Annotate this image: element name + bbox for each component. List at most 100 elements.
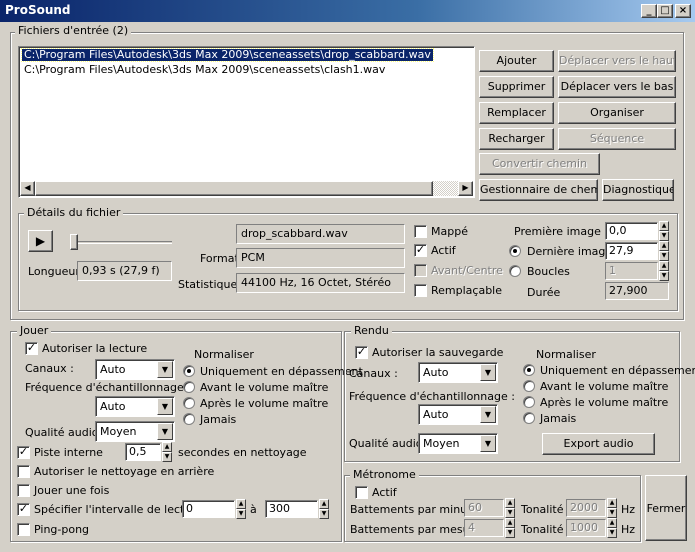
- replaceable-checkbox[interactable]: [414, 284, 427, 297]
- tone1-spinner[interactable]: ▲ ▼: [607, 498, 617, 518]
- render-quality-select[interactable]: Moyen ▼: [418, 433, 498, 454]
- bpmeasure-input[interactable]: 4: [464, 519, 504, 537]
- play-normalize-option-3: Jamais: [200, 413, 237, 426]
- play-legend: Jouer: [17, 324, 52, 337]
- last-image-radio[interactable]: [509, 245, 521, 257]
- internal-track-spinner[interactable]: ▲ ▼: [162, 442, 172, 462]
- play-normalize-radio-3[interactable]: [183, 413, 195, 425]
- last-image-spinner[interactable]: ▲ ▼: [659, 241, 669, 261]
- bpm-spinner[interactable]: ▲ ▼: [505, 498, 515, 518]
- list-item[interactable]: C:\Program Files\Autodesk\3ds Max 2009\s…: [22, 64, 387, 76]
- cleanup-suffix-label: secondes en nettoyage: [178, 446, 307, 459]
- render-sample-rate-value: Auto: [423, 408, 449, 421]
- play-quality-select[interactable]: Moyen ▼: [95, 421, 175, 442]
- play-normalize-radio-1[interactable]: [183, 381, 195, 393]
- position-slider-thumb[interactable]: [70, 234, 78, 250]
- loops-spinner[interactable]: ▲ ▼: [659, 261, 669, 281]
- play-normalize-label: Normaliser: [194, 348, 254, 361]
- title-bar: ProSound: [0, 0, 695, 22]
- horizontal-scrollbar[interactable]: ◀ ▶: [20, 181, 473, 196]
- metronome-legend: Métronome: [350, 468, 419, 481]
- render-normalize-radio-3[interactable]: [523, 412, 535, 424]
- last-image-input[interactable]: 27,9: [605, 242, 658, 260]
- remove-button[interactable]: Supprimer: [479, 76, 554, 98]
- scroll-thumb[interactable]: [35, 181, 433, 196]
- file-list[interactable]: C:\Program Files\Autodesk\3ds Max 2009\s…: [18, 46, 475, 198]
- ping-pong-label: Ping-pong: [34, 523, 90, 536]
- move-down-button[interactable]: Déplacer vers le bas: [558, 76, 676, 98]
- render-legend: Rendu: [351, 324, 392, 337]
- minimize-button[interactable]: _: [641, 4, 657, 18]
- render-normalize-radio-1[interactable]: [523, 380, 535, 392]
- chevron-down-icon: ▼: [480, 364, 496, 381]
- active-checkbox[interactable]: ✓: [414, 244, 427, 257]
- hz1-label: Hz: [621, 503, 636, 516]
- allow-save-checkbox[interactable]: ✓: [355, 346, 368, 359]
- first-image-spinner[interactable]: ▲ ▼: [659, 221, 669, 241]
- ping-pong-checkbox[interactable]: [17, 523, 30, 536]
- first-image-input[interactable]: 0,0: [605, 222, 658, 240]
- convert-path-button[interactable]: Convertir chemin: [479, 153, 600, 175]
- metronome-active-checkbox[interactable]: [355, 486, 368, 499]
- close-button[interactable]: Fermer: [645, 475, 687, 541]
- play-once-checkbox[interactable]: [17, 484, 30, 497]
- position-slider-track[interactable]: [70, 241, 172, 244]
- allow-play-label: Autoriser la lecture: [42, 342, 148, 355]
- render-sample-rate-select[interactable]: Auto ▼: [418, 404, 498, 425]
- internal-track-checkbox[interactable]: ✓: [17, 446, 30, 459]
- sequence-button[interactable]: Séquence: [558, 128, 676, 150]
- tone1-label: Tonalité: [521, 503, 564, 516]
- organize-button[interactable]: Organiser: [558, 102, 676, 124]
- path-manager-button[interactable]: Gestionnaire de chemin: [479, 179, 598, 201]
- hz2-label: Hz: [621, 523, 636, 536]
- tone2-spinner[interactable]: ▲ ▼: [607, 518, 617, 538]
- bg-cleanup-label: Autoriser le nettoyage en arrière: [34, 465, 215, 478]
- play-icon[interactable]: ▶: [28, 230, 53, 252]
- range-to-label: à: [250, 503, 257, 516]
- render-channels-select[interactable]: Auto ▼: [418, 362, 498, 383]
- play-normalize-radio-0[interactable]: [183, 365, 195, 377]
- play-sample-rate-value: Auto: [100, 400, 126, 413]
- reload-button[interactable]: Recharger: [479, 128, 554, 150]
- chevron-down-icon: ▼: [157, 361, 173, 378]
- file-details-legend: Détails du fichier: [24, 206, 124, 219]
- range-from-spinner[interactable]: ▲ ▼: [236, 499, 246, 519]
- duration-label: Durée: [527, 286, 561, 299]
- close-window-button[interactable]: ×: [675, 4, 691, 18]
- duration-value: 27,900: [605, 282, 669, 300]
- replace-button[interactable]: Remplacer: [479, 102, 554, 124]
- maximize-button[interactable]: □: [657, 4, 673, 18]
- list-item[interactable]: C:\Program Files\Autodesk\3ds Max 2009\s…: [21, 48, 434, 62]
- diagnostic-button[interactable]: Diagnostique: [602, 179, 674, 201]
- play-sample-rate-select[interactable]: Auto ▼: [95, 396, 175, 417]
- render-normalize-radio-0[interactable]: [523, 364, 535, 376]
- play-quality-label: Qualité audio :: [25, 426, 106, 439]
- internal-track-input[interactable]: 0,5: [125, 443, 161, 461]
- render-normalize-radio-2[interactable]: [523, 396, 535, 408]
- bpmeasure-spinner[interactable]: ▲ ▼: [505, 518, 515, 538]
- tone2-label: Tonalité: [521, 523, 564, 536]
- range-to-spinner[interactable]: ▲ ▼: [319, 499, 329, 519]
- allow-play-checkbox[interactable]: ✓: [25, 342, 38, 355]
- loops-input[interactable]: 1: [605, 262, 658, 280]
- move-up-button[interactable]: Déplacer vers le haut: [558, 50, 676, 72]
- tone2-input[interactable]: 1000: [566, 519, 606, 537]
- tone1-input[interactable]: 2000: [566, 499, 606, 517]
- play-normalize-radio-2[interactable]: [183, 397, 195, 409]
- export-audio-button[interactable]: Export audio: [542, 433, 655, 455]
- loops-radio[interactable]: [509, 265, 521, 277]
- stats-label: Statistiques: [178, 278, 243, 291]
- play-channels-select[interactable]: Auto ▼: [95, 359, 175, 380]
- render-normalize-label: Normaliser: [536, 348, 596, 361]
- range-to-input[interactable]: 300: [265, 500, 318, 518]
- before-center-checkbox[interactable]: [414, 264, 427, 277]
- scroll-left-icon[interactable]: ◀: [20, 181, 35, 196]
- bpm-input[interactable]: 60: [464, 499, 504, 517]
- scroll-right-icon[interactable]: ▶: [458, 181, 473, 196]
- mapped-checkbox[interactable]: [414, 225, 427, 238]
- add-button[interactable]: Ajouter: [479, 50, 554, 72]
- range-from-input[interactable]: 0: [182, 500, 235, 518]
- length-value: 0,93 s (27,9 f): [77, 261, 172, 281]
- specify-range-checkbox[interactable]: ✓: [17, 503, 30, 516]
- bg-cleanup-checkbox[interactable]: [17, 465, 30, 478]
